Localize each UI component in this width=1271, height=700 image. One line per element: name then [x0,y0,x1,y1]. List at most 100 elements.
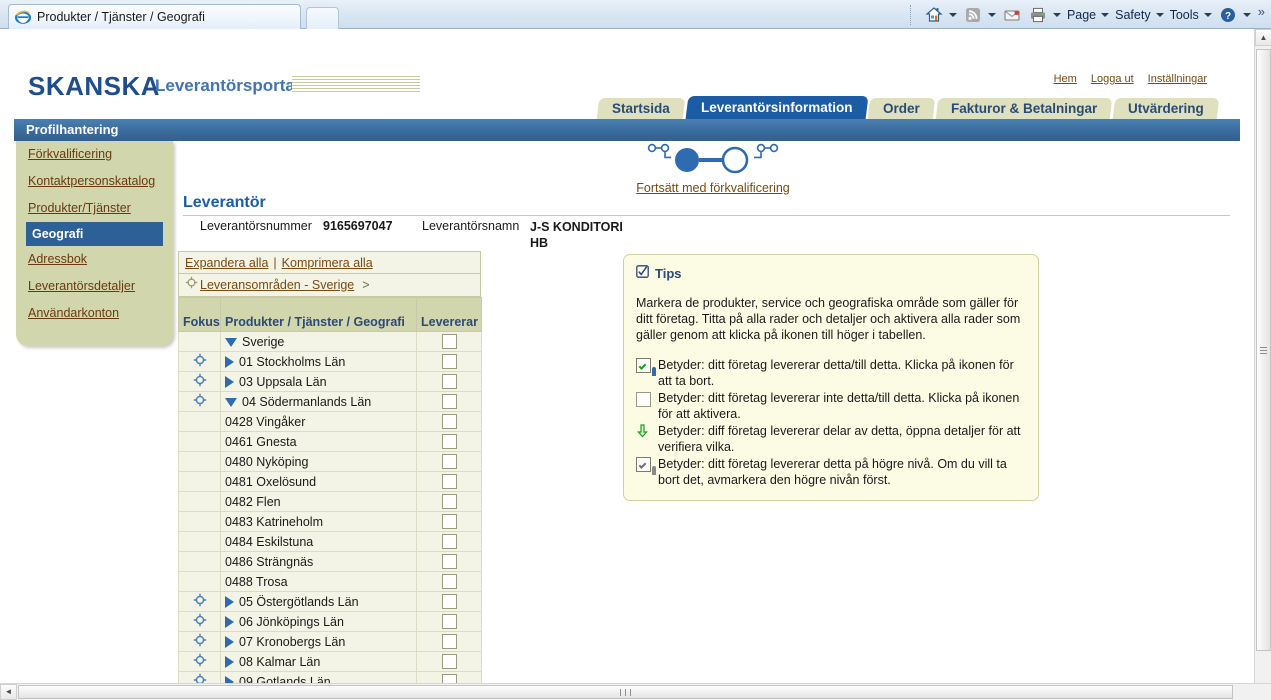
row-focus-cell [178,671,221,683]
delivers-checkbox[interactable] [441,374,457,390]
focus-target-icon[interactable] [193,673,207,683]
expand-toggle-icon[interactable] [225,356,234,369]
delivers-checkbox[interactable] [441,534,457,550]
vertical-scrollbar[interactable]: ▲ [1254,29,1271,683]
browser-tab[interactable]: Produkter / Tjänster / Geografi [8,4,301,29]
delivers-checkbox[interactable] [441,614,457,630]
mail-button[interactable] [999,4,1025,26]
tab-order[interactable]: Order [868,98,936,119]
checked-person-icon [636,357,658,376]
row-label-cell: 08 Kalmar Län [220,651,417,672]
table-row: 07 Kronobergs Län [178,631,482,652]
row-label-cell: 0483 Katrineholm [220,511,417,532]
safety-menu[interactable]: Safety [1112,4,1166,26]
collapse-all-link[interactable]: Komprimera alla [282,256,373,270]
tab-startsida[interactable]: Startsida [596,98,686,119]
help-icon: ? [1218,5,1238,25]
table-row: 09 Gotlands Län [178,671,482,684]
tips-legend: Betyder: ditt företag levererar detta/ti… [636,357,1026,488]
geography-tree: Expandera alla | Komprimera alla Leveranso… [178,251,482,684]
new-tab-button[interactable] [306,7,339,29]
delivers-checkbox[interactable] [441,334,457,350]
focus-target-icon[interactable] [193,633,207,650]
row-label: 04 Södermanlands Län [242,394,372,409]
legend-item-text: Betyder: diff företag levererar delar av… [658,424,1021,454]
sidebar-item-adressbok[interactable]: Adressbok [16,246,173,273]
expand-toggle-icon[interactable] [225,656,234,669]
chevron-down-icon [1203,12,1212,17]
delivers-checkbox[interactable] [441,634,457,650]
focus-target-icon[interactable] [193,353,207,370]
breadcrumb-link[interactable]: Leveransområden - Sverige [200,273,354,297]
prequalification-link[interactable]: Fortsätt med förkvalificering [636,181,790,195]
sidebar-item-geografi[interactable]: Geografi [26,222,163,246]
horizontal-scrollbar[interactable]: ◄ [0,683,1271,700]
tab-leverantorsinformation[interactable]: Leverantörsinformation [685,96,868,119]
focus-target-icon[interactable] [193,593,207,610]
tools-menu[interactable]: Tools [1167,4,1215,26]
link-hem[interactable]: Hem [1054,73,1077,85]
expand-toggle-icon[interactable] [225,616,234,629]
row-focus-cell [178,451,221,472]
link-installningar[interactable]: Inställningar [1148,73,1207,85]
focus-target-icon[interactable] [193,373,207,390]
focus-target-icon[interactable] [193,613,207,630]
expand-toggle-icon[interactable] [225,596,234,609]
row-label: 0428 Vingåker [225,414,306,429]
sidebar-item-forkvalificering[interactable]: Förkvalificering [16,141,173,168]
sidebar-item-produkter-tjanster[interactable]: Produkter/Tjänster [16,195,173,222]
overflow-chevron-icon[interactable]: » [1258,4,1265,19]
row-focus-cell [178,391,221,412]
focus-target-icon[interactable] [193,653,207,670]
delivers-checkbox[interactable] [441,474,457,490]
sidebar-item-anvandarkonton[interactable]: Användarkonton [16,300,173,327]
print-button[interactable] [1025,4,1064,26]
tips-title-row: Tips [636,265,1026,281]
svg-text:?: ? [1225,11,1231,22]
delivers-checkbox[interactable] [441,514,457,530]
delivers-checkbox[interactable] [441,394,457,410]
focus-target-icon[interactable] [193,393,207,410]
delivers-checkbox[interactable] [441,554,457,570]
collapse-toggle-icon[interactable] [225,397,237,407]
delivers-checkbox[interactable] [441,574,457,590]
sidebar-item-kontaktpersonskatalog[interactable]: Kontaktpersonskatalog [16,168,173,195]
delivers-checkbox[interactable] [441,594,457,610]
delivers-checkbox[interactable] [441,654,457,670]
scroll-up-button[interactable]: ▲ [1255,29,1271,46]
row-delivers-cell [416,551,482,572]
delivers-checkbox[interactable] [441,354,457,370]
row-delivers-cell [416,431,482,452]
expand-toggle-icon[interactable] [225,636,234,649]
sidebar-nav: Förkvalificering Kontaktpersonskatalog P… [16,141,173,346]
expand-toggle-icon[interactable] [225,376,234,389]
row-label-cell: 0488 Trosa [220,571,417,592]
page-menu[interactable]: Page [1064,4,1112,26]
row-label-cell: 04 Södermanlands Län [220,391,417,412]
help-button[interactable]: ? [1215,4,1254,26]
column-header-levererar: Levererar [416,297,482,332]
expand-toggle-icon[interactable] [225,676,234,683]
browser-command-bar: Page Safety Tools ? » [908,0,1271,29]
delivers-checkbox[interactable] [441,454,457,470]
row-label: 09 Gotlands Län [239,674,331,684]
collapse-toggle-icon[interactable] [225,337,237,347]
delivers-checkbox[interactable] [441,414,457,430]
section-bar: Profilhantering [14,119,1240,141]
focus-target-icon[interactable] [185,273,198,297]
tab-fakturor-betalningar[interactable]: Fakturor & Betalningar [935,98,1113,119]
feeds-button[interactable] [960,4,999,26]
horizontal-scrollbar-thumb[interactable] [18,685,1233,699]
link-logga-ut[interactable]: Logga ut [1091,73,1134,85]
scroll-left-button[interactable]: ◄ [0,684,17,700]
tab-utvardering[interactable]: Utvärdering [1113,98,1220,119]
delivers-checkbox[interactable] [441,434,457,450]
sidebar-item-leverantorsdetaljer[interactable]: Leverantörsdetaljer [16,273,173,300]
home-button[interactable] [921,4,960,26]
delivers-checkbox[interactable] [441,674,457,683]
expand-all-link[interactable]: Expandera alla [185,256,268,270]
vertical-scrollbar-thumb[interactable] [1256,49,1271,651]
scrollbar-grip-icon [1260,345,1267,356]
delivers-checkbox[interactable] [441,494,457,510]
row-label: 03 Uppsala Län [239,374,327,389]
